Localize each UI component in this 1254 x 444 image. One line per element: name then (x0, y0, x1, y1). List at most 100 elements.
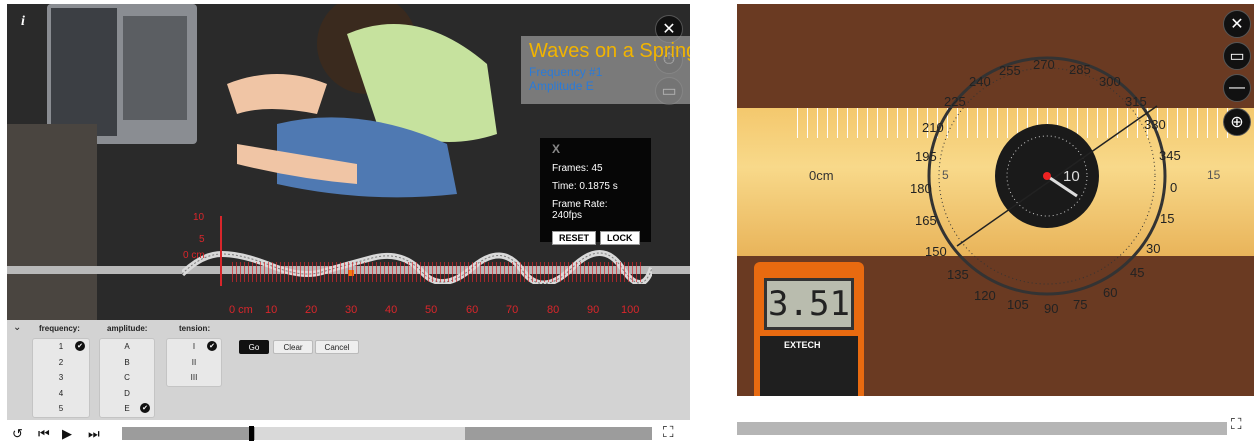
amplitude-option[interactable]: E ✔ (100, 401, 154, 417)
frequency-option[interactable]: 4 (33, 386, 89, 402)
wave-video[interactable]: 10 5 0 cm i ✕ ⏱ ▭ Waves on a Spring Freq… (7, 4, 690, 320)
y-ruler-label: 10 (193, 212, 205, 223)
tension-option[interactable]: I ✔ (167, 339, 221, 355)
amplitude-caption: Amplitude E (529, 79, 594, 93)
amplitude-option[interactable]: D (100, 386, 154, 402)
lock-button[interactable]: LOCK (600, 231, 640, 245)
frames-readout: Frames: 45 (552, 163, 603, 174)
laptop-image (47, 4, 197, 144)
tension-option[interactable]: III (167, 370, 221, 386)
fullscreen-icon[interactable]: ⛶ (1231, 416, 1242, 433)
angle-label: 240 (969, 74, 991, 89)
frequency-option[interactable]: 5 (33, 401, 89, 417)
amplitude-option[interactable]: A (100, 339, 154, 355)
go-button[interactable]: Go (239, 340, 269, 354)
tension-label: tension: (179, 324, 211, 333)
angle-label: 90 (1044, 301, 1059, 316)
x-ruler-label: 20 (305, 304, 318, 316)
check-icon: ✔ (207, 341, 217, 351)
angle-label: 210 (922, 120, 944, 135)
info-icon[interactable]: i (21, 14, 25, 30)
frequency-option[interactable]: 1 ✔ (33, 339, 89, 355)
angle-label: 225 (944, 94, 966, 109)
frequency-caption: Frequency #1 (529, 65, 603, 79)
angle-label: 180 (910, 181, 932, 196)
title-overlay: Waves on a Spring Frequency #1 Amplitude… (521, 36, 690, 104)
angle-label: 165 (915, 213, 937, 228)
frequency-option[interactable]: 3 (33, 370, 89, 386)
amplitude-option[interactable]: B (100, 355, 154, 371)
amplitude-label: amplitude: (107, 324, 148, 333)
x-ruler-label: 10 (265, 304, 278, 316)
tools-icon[interactable]: ✕ (1223, 10, 1251, 38)
reset-button[interactable]: RESET (552, 231, 597, 245)
playback-progress[interactable] (737, 422, 1227, 435)
playback-progress[interactable] (122, 426, 652, 441)
x-ruler-label: 60 (466, 304, 479, 316)
tension-option[interactable]: II (167, 355, 221, 371)
amplitude-selector: A B C D E ✔ (99, 338, 155, 418)
clear-button[interactable]: Clear (273, 340, 313, 354)
angle-label: 75 (1073, 297, 1088, 312)
angle-label: 120 (974, 288, 996, 303)
equipment-desk (7, 124, 97, 320)
ruler-label: 0cm (809, 168, 834, 183)
frame-timer-panel: X Frames: 45 Time: 0.1875 s Frame Rate: … (540, 138, 651, 245)
wave-video-panel: 10 5 0 cm i ✕ ⏱ ▭ Waves on a Spring Freq… (0, 0, 690, 444)
x-ruler-label: 40 (385, 304, 398, 316)
frequency-option[interactable]: 2 (33, 355, 89, 371)
time-readout: Time: 0.1875 s (552, 181, 618, 192)
x-ruler-label: 90 (587, 304, 600, 316)
angle-label: 300 (1099, 74, 1121, 89)
frequency-selector: 1 ✔ 2 3 4 5 (32, 338, 90, 418)
line-icon[interactable]: — (1223, 74, 1251, 102)
angle-label: 315 (1125, 94, 1147, 109)
ruler-icon[interactable]: ▭ (1223, 42, 1251, 70)
y-ruler-label: 5 (199, 234, 205, 245)
check-icon: ✔ (140, 403, 150, 413)
frame-rate-readout: Frame Rate: 240fps (552, 199, 608, 221)
fullscreen-icon[interactable]: ⛶ (663, 424, 674, 441)
check-icon: ✔ (75, 341, 85, 351)
frequency-label: frequency: (39, 324, 80, 333)
angle-label: 195 (915, 149, 937, 164)
multimeter: 3.51 EXTECH (754, 262, 864, 396)
x-ruler-label: 70 (506, 304, 519, 316)
x-ruler-label: 0 cm (229, 304, 253, 316)
angle-label: 105 (1007, 297, 1029, 312)
angle-label: 150 (925, 244, 947, 259)
replay-icon[interactable]: ↺ (12, 426, 23, 442)
y-ruler-label: 0 cm (183, 250, 205, 261)
x-ruler-label: 30 (345, 304, 358, 316)
angle-label: 45 (1130, 265, 1145, 280)
dial-number: 10 (1063, 168, 1080, 185)
playback-bar: ⛶ (737, 396, 1254, 444)
amplitude-option[interactable]: C (100, 370, 154, 386)
angle-label: 270 (1033, 57, 1055, 72)
x-ruler-label: 100 (621, 304, 640, 316)
person-image (227, 4, 497, 198)
dial-video[interactable]: 0cm 5 15 0 15 30 45 60 75 90 105 120 135… (737, 4, 1254, 396)
angle-label: 0 (1170, 180, 1178, 195)
chevron-down-icon[interactable]: ⌄ (13, 322, 21, 333)
angle-label: 255 (999, 63, 1021, 78)
meter-display: 3.51 (764, 278, 854, 330)
step-back-icon[interactable]: ⏮ (38, 426, 50, 442)
angle-label: 345 (1159, 148, 1181, 163)
cancel-button[interactable]: Cancel (315, 340, 359, 354)
close-icon[interactable]: X (552, 142, 639, 156)
angle-label: 135 (947, 267, 969, 282)
angle-label: 330 (1144, 117, 1166, 132)
playback-bar: ↺ ⏮ ▶ ⏭ ⛶ (0, 422, 690, 444)
step-forward-icon[interactable]: ⏭ (88, 426, 100, 442)
dial-video-panel: 0cm 5 15 0 15 30 45 60 75 90 105 120 135… (737, 0, 1254, 444)
experiment-controls: ⌄ frequency: 1 ✔ 2 3 4 5 amplitude: A B C… (7, 320, 690, 420)
x-ruler-label: 50 (425, 304, 438, 316)
meter-brand: EXTECH (784, 340, 821, 350)
x-ruler-label: 80 (547, 304, 560, 316)
play-icon[interactable]: ▶ (62, 426, 72, 442)
angle-label: 285 (1069, 62, 1091, 77)
protractor-icon[interactable]: ⊕ (1223, 108, 1251, 136)
playhead[interactable] (249, 426, 254, 441)
angle-label: 60 (1103, 285, 1118, 300)
